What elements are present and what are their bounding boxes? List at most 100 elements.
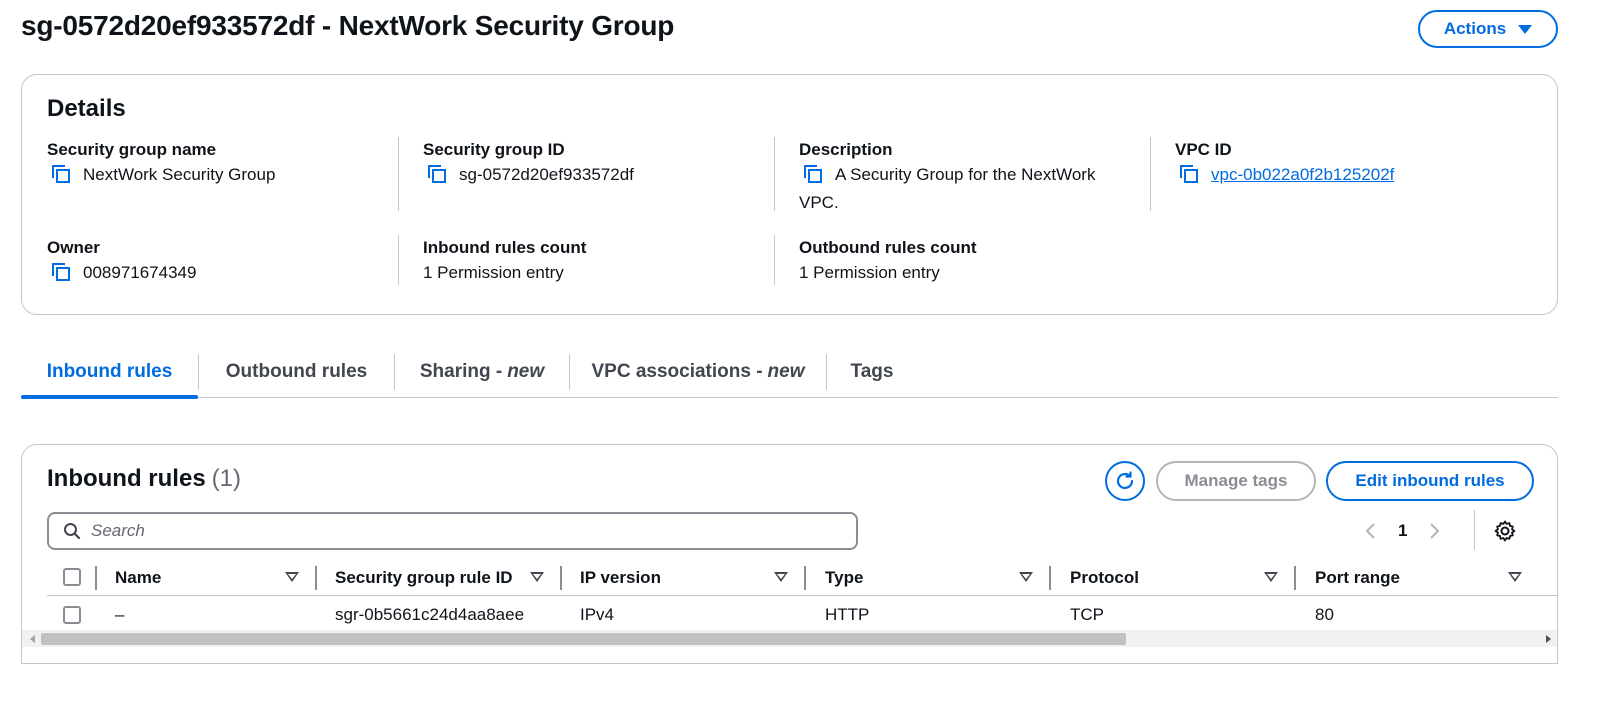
security-group-detail-page: sg-0572d20ef933572df - NextWork Security… (0, 0, 1602, 707)
table-row[interactable]: – sgr-0b5661c24d4aa8aee IPv4 HTTP TCP 80 (47, 596, 1557, 634)
column-divider[interactable] (560, 566, 562, 590)
divider (398, 235, 399, 285)
description-value: A Security Group for the NextWork VPC. (799, 165, 1096, 212)
column-header-ip-version[interactable]: IP version (580, 560, 661, 595)
security-group-id-value: sg-0572d20ef933572df (459, 165, 634, 184)
details-panel: Details Security group name NextWork Sec… (21, 74, 1558, 315)
column-divider (95, 566, 97, 590)
search-field[interactable] (47, 512, 858, 550)
search-input[interactable] (91, 521, 831, 541)
sort-icon[interactable] (285, 572, 299, 582)
column-header-type[interactable]: Type (825, 560, 863, 595)
tab-outbound-rules[interactable]: Outbound rules (199, 346, 394, 398)
inbound-rules-count: (1) (211, 465, 242, 492)
copy-icon[interactable] (427, 164, 447, 191)
edit-inbound-rules-button[interactable]: Edit inbound rules (1326, 461, 1534, 501)
security-group-name-value: NextWork Security Group (83, 165, 276, 184)
copy-icon[interactable] (51, 262, 71, 289)
security-group-id-label: Security group ID (423, 140, 565, 159)
column-header-port-range[interactable]: Port range (1315, 560, 1400, 595)
select-all-checkbox[interactable] (63, 568, 81, 586)
manage-tags-button[interactable]: Manage tags (1156, 461, 1316, 501)
horizontal-scrollbar[interactable] (22, 630, 1557, 647)
column-header-rule-id[interactable]: Security group rule ID (335, 560, 513, 595)
tab-label: Tags (850, 361, 894, 382)
chevron-right-icon[interactable] (1427, 521, 1441, 541)
page-number[interactable]: 1 (1392, 521, 1413, 541)
inbound-rules-title: Inbound rules (47, 465, 206, 492)
tab-sharing[interactable]: Sharing - new (395, 346, 569, 398)
cell-type: HTTP (825, 605, 870, 624)
sort-icon[interactable] (530, 572, 544, 582)
sort-icon[interactable] (1508, 572, 1522, 582)
outbound-count-value: 1 Permission entry (799, 263, 940, 282)
table-header: Name Security group rule ID IP version T… (47, 560, 1557, 596)
column-divider[interactable] (804, 566, 806, 590)
row-checkbox[interactable] (63, 606, 81, 624)
cell-port-range: 80 (1315, 605, 1334, 624)
caret-down-icon (1518, 24, 1533, 34)
owner-label: Owner (47, 238, 100, 257)
copy-icon[interactable] (803, 164, 823, 191)
vpc-id-label: VPC ID (1175, 140, 1232, 159)
gear-icon (1494, 520, 1516, 542)
copy-icon[interactable] (51, 164, 71, 191)
refresh-button[interactable] (1105, 461, 1145, 501)
actions-button[interactable]: Actions (1418, 10, 1558, 48)
scroll-right-icon[interactable] (1546, 635, 1551, 643)
field-description: Description A Security Group for the Nex… (799, 139, 1119, 215)
tab-bar: Inbound rules Outbound rules Sharing - ne… (21, 346, 1558, 399)
chevron-left-icon[interactable] (1364, 521, 1378, 541)
security-group-name-label: Security group name (47, 140, 217, 159)
column-divider[interactable] (315, 566, 317, 590)
actions-button-label: Actions (1443, 19, 1507, 38)
tab-vpc-associations[interactable]: VPC associations - new (570, 346, 826, 398)
description-label: Description (799, 140, 893, 159)
pagination: 1 (1364, 513, 1441, 549)
column-divider[interactable] (1294, 566, 1296, 590)
divider (1150, 137, 1151, 211)
divider (398, 137, 399, 211)
refresh-icon (1116, 471, 1134, 490)
copy-icon[interactable] (1179, 164, 1199, 191)
tab-label: VPC associations - (591, 361, 763, 382)
inbound-rules-table: Name Security group rule ID IP version T… (47, 560, 1557, 634)
inbound-rules-panel: Inbound rules (1) Manage tags Edit inboun… (21, 444, 1558, 664)
cell-name: – (115, 605, 125, 624)
tab-label: Inbound rules (46, 361, 173, 382)
inbound-rules-heading: Inbound rules (1) (47, 465, 241, 493)
field-security-group-name: Security group name NextWork Security Gr… (47, 139, 397, 191)
table-settings-button[interactable] (1492, 518, 1518, 544)
page-title: sg-0572d20ef933572df - NextWork Security… (21, 10, 675, 41)
tab-new-tag: new (767, 361, 805, 382)
outbound-count-label: Outbound rules count (799, 238, 977, 257)
tab-inbound-rules[interactable]: Inbound rules (21, 346, 198, 399)
vpc-id-link[interactable]: vpc-0b022a0f2b125202f (1211, 165, 1394, 184)
field-vpc-id: VPC ID vpc-0b022a0f2b125202f (1175, 139, 1525, 191)
column-header-name[interactable]: Name (115, 560, 161, 595)
divider (774, 235, 775, 285)
tab-label: Sharing - (419, 361, 503, 382)
cell-protocol: TCP (1070, 605, 1104, 624)
details-title: Details (47, 95, 126, 122)
cell-ip-version: IPv4 (580, 605, 615, 624)
inbound-count-label: Inbound rules count (423, 238, 587, 257)
scroll-left-icon[interactable] (30, 635, 35, 643)
tab-label: Outbound rules (225, 361, 368, 382)
cell-rule-id: sgr-0b5661c24d4aa8aee (335, 605, 525, 624)
tab-new-tag: new (507, 361, 545, 382)
tab-tags[interactable]: Tags (827, 346, 917, 398)
divider (1474, 510, 1475, 550)
search-icon (64, 523, 81, 540)
scrollbar-thumb[interactable] (41, 633, 1126, 645)
field-inbound-count: Inbound rules count 1 Permission entry (423, 237, 773, 285)
field-outbound-count: Outbound rules count 1 Permission entry (799, 237, 1149, 285)
column-header-protocol[interactable]: Protocol (1070, 560, 1139, 595)
owner-value: 008971674349 (83, 263, 197, 282)
sort-icon[interactable] (1019, 572, 1033, 582)
sort-icon[interactable] (774, 572, 788, 582)
column-divider[interactable] (1049, 566, 1051, 590)
field-security-group-id: Security group ID sg-0572d20ef933572df (423, 139, 773, 191)
divider (774, 137, 775, 211)
sort-icon[interactable] (1264, 572, 1278, 582)
